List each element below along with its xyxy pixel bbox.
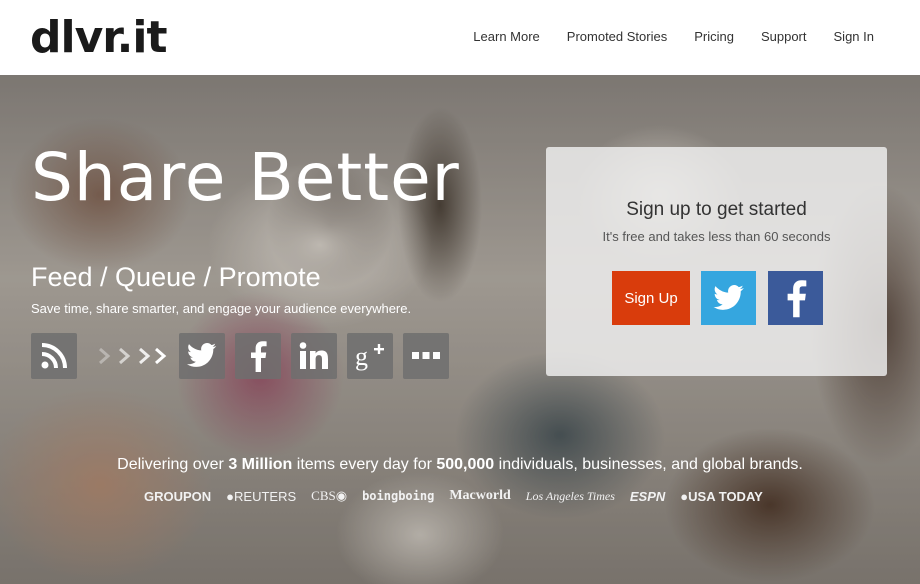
more-icon <box>403 333 449 379</box>
brand-groupon: GROUPON <box>144 488 212 504</box>
nav-pricing[interactable]: Pricing <box>694 29 734 44</box>
twitter-signup-button[interactable] <box>701 271 756 325</box>
brand-boingboing: boingboing <box>362 489 435 503</box>
google-plus-icon: g <box>347 333 393 379</box>
brand-macworld: Macworld <box>449 488 511 503</box>
hero-headline: Share Better <box>31 139 460 216</box>
rss-icon <box>31 333 77 379</box>
arrows-icon <box>87 333 177 379</box>
nav-support[interactable]: Support <box>761 29 807 44</box>
twitter-icon <box>712 284 744 310</box>
nav-sign-in[interactable]: Sign In <box>834 29 874 44</box>
stats-prefix: Delivering over <box>117 456 229 473</box>
site-header: dlvr.it Learn More Promoted Stories Pric… <box>0 0 920 75</box>
twitter-icon <box>179 333 225 379</box>
facebook-signup-button[interactable] <box>768 271 823 325</box>
delivery-stats: Delivering over 3 Million items every da… <box>0 456 920 474</box>
hero-section: Share Better Feed / Queue / Promote Save… <box>0 75 920 584</box>
linkedin-icon <box>291 333 337 379</box>
stats-suffix: individuals, businesses, and global bran… <box>494 456 803 473</box>
hero-tagline: Save time, share smarter, and engage you… <box>31 301 412 316</box>
cbs-eye-icon: ◉ <box>335 488 348 503</box>
hero-subhead: Feed / Queue / Promote <box>31 262 321 292</box>
svg-text:g: g <box>355 342 368 371</box>
logo[interactable]: dlvr.it <box>30 10 168 66</box>
nav-learn-more[interactable]: Learn More <box>473 29 539 44</box>
signup-title: Sign up to get started <box>626 199 807 220</box>
brand-logos: GROUPON ●REUTERS CBS◉ boingboing Macworl… <box>144 488 778 504</box>
usa-today-dot-icon: ● <box>680 488 689 504</box>
sign-up-button[interactable]: Sign Up <box>612 271 690 325</box>
signup-card: Sign up to get started It's free and tak… <box>546 147 887 376</box>
brand-cbs: CBS◉ <box>311 488 348 503</box>
reuters-dots-icon: ● <box>226 488 235 504</box>
brand-reuters: ●REUTERS <box>226 488 297 504</box>
stats-middle: items every day for <box>292 456 437 473</box>
brand-espn: ESPN <box>629 488 666 504</box>
nav-promoted-stories[interactable]: Promoted Stories <box>567 29 667 44</box>
facebook-icon <box>787 280 806 318</box>
main-nav: Learn More Promoted Stories Pricing Supp… <box>446 29 874 44</box>
brand-la-times: Los Angeles Times <box>525 488 615 503</box>
brand-usa-today: ●USA TODAY <box>680 488 763 504</box>
stats-items-count: 3 Million <box>228 456 293 473</box>
signup-subtitle: It's free and takes less than 60 seconds <box>602 229 831 244</box>
facebook-icon <box>235 333 281 379</box>
stats-users-count: 500,000 <box>436 456 495 473</box>
channel-icons-row: g <box>31 333 459 379</box>
